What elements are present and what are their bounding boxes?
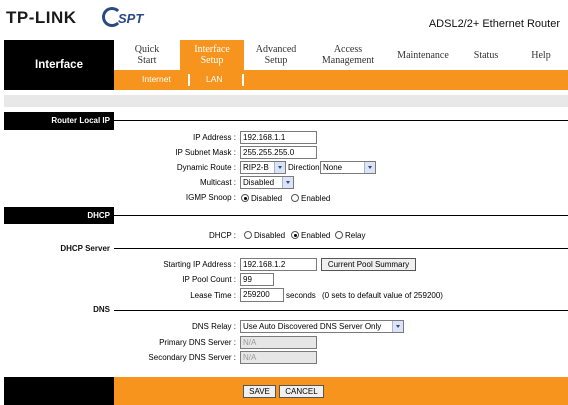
nav-section-title: Interface bbox=[4, 40, 114, 90]
spt-logo-text: SPT bbox=[118, 11, 144, 26]
ip-pool-count-label: IP Pool Count : bbox=[182, 275, 236, 284]
section-divider bbox=[114, 248, 568, 249]
dhcp-disabled-radio[interactable] bbox=[244, 231, 252, 239]
header: TP-LINK SPT ADSL2/2+ Ethernet Router bbox=[0, 0, 568, 40]
dynamic-route-value: RIP2-B bbox=[243, 163, 269, 172]
subtab-internet[interactable]: Internet bbox=[142, 74, 171, 84]
starting-ip-label: Starting IP Address : bbox=[163, 260, 236, 269]
chevron-down-icon bbox=[364, 162, 375, 173]
dns-relay-value: Use Auto Discovered DNS Server Only bbox=[243, 322, 382, 331]
subnet-mask-input[interactable]: 255.255.255.0 bbox=[240, 146, 317, 159]
multicast-value: Disabled bbox=[243, 178, 275, 187]
igmp-disabled-label: Disabled bbox=[251, 194, 283, 203]
dhcp-disabled-label: Disabled bbox=[254, 231, 286, 240]
direction-label: Direction bbox=[288, 163, 320, 172]
igmp-enabled-label: Enabled bbox=[301, 194, 331, 203]
subtab-separator bbox=[188, 74, 190, 86]
subtab-separator bbox=[242, 74, 244, 86]
igmp-disabled-radio[interactable] bbox=[241, 194, 249, 202]
lease-time-label: Lease Time : bbox=[190, 291, 236, 300]
save-button[interactable]: SAVE bbox=[243, 385, 276, 398]
sub-nav: Internet LAN bbox=[114, 70, 568, 90]
dhcp-enabled-label: Enabled bbox=[301, 231, 331, 240]
secondary-dns-label: Secondary DNS Server : bbox=[148, 353, 236, 362]
dhcp-relay-radio[interactable] bbox=[335, 231, 343, 239]
section-label: Router Local IP bbox=[51, 116, 110, 125]
dynamic-route-label: Dynamic Route : bbox=[176, 163, 236, 172]
lease-hint: (0 sets to default value of 259200) bbox=[322, 291, 443, 300]
footer-bar bbox=[114, 377, 568, 405]
primary-dns-input[interactable]: N/A bbox=[240, 336, 317, 349]
tab-status[interactable]: Status bbox=[458, 40, 514, 70]
multicast-label: Multicast : bbox=[199, 178, 236, 187]
secondary-dns-input[interactable]: N/A bbox=[240, 351, 317, 364]
tab-maintenance[interactable]: Maintenance bbox=[388, 40, 458, 70]
dns-relay-select[interactable]: Use Auto Discovered DNS Server Only bbox=[240, 320, 404, 333]
tp-link-logo: TP-LINK bbox=[6, 8, 77, 27]
tab-access-management[interactable]: Access Management bbox=[308, 40, 388, 70]
ip-pool-count-input[interactable]: 99 bbox=[240, 273, 274, 286]
dynamic-route-select[interactable]: RIP2-B bbox=[240, 161, 286, 174]
subtab-lan[interactable]: LAN bbox=[206, 74, 223, 84]
tab-advanced-setup[interactable]: Advanced Setup bbox=[244, 40, 308, 70]
subnet-mask-label: IP Subnet Mask : bbox=[175, 148, 236, 157]
section-dhcp-server: DHCP Server bbox=[60, 244, 110, 253]
igmp-snoop-label: IGMP Snoop : bbox=[185, 193, 236, 202]
starting-ip-input[interactable]: 192.168.1.2 bbox=[240, 258, 317, 271]
igmp-enabled-radio[interactable] bbox=[291, 194, 299, 202]
current-pool-summary-button[interactable]: Current Pool Summary bbox=[321, 258, 416, 271]
product-name: ADSL2/2+ Ethernet Router bbox=[428, 18, 560, 30]
lease-time-input[interactable]: 259200 bbox=[240, 288, 284, 302]
dhcp-relay-label: Relay bbox=[345, 231, 366, 240]
tab-interface-setup[interactable]: Interface Setup bbox=[180, 40, 244, 70]
lease-unit: seconds bbox=[286, 291, 316, 300]
dns-relay-label: DNS Relay : bbox=[191, 322, 236, 331]
dhcp-label: DHCP : bbox=[209, 231, 236, 240]
section-router-local-ip: Router Local IP bbox=[4, 112, 114, 130]
main-nav: Interface Quick Start Interface Setup Ad… bbox=[0, 40, 568, 90]
section-label: DHCP bbox=[87, 211, 110, 220]
footer-left bbox=[4, 377, 114, 405]
chevron-down-icon bbox=[392, 321, 403, 332]
chevron-down-icon bbox=[274, 162, 285, 173]
section-divider bbox=[114, 310, 568, 311]
multicast-select[interactable]: Disabled bbox=[240, 176, 294, 189]
section-dhcp: DHCP bbox=[4, 207, 114, 224]
cancel-button[interactable]: CANCEL bbox=[279, 385, 324, 398]
tab-help[interactable]: Help bbox=[514, 40, 568, 70]
section-divider bbox=[114, 120, 568, 121]
ip-address-input[interactable]: 192.168.1.1 bbox=[240, 131, 317, 144]
dhcp-enabled-radio[interactable] bbox=[291, 231, 299, 239]
primary-dns-label: Primary DNS Server : bbox=[159, 338, 236, 347]
chevron-down-icon bbox=[282, 177, 293, 188]
section-divider bbox=[114, 215, 568, 216]
tab-quick-start[interactable]: Quick Start bbox=[114, 40, 180, 70]
spt-logo: SPT bbox=[102, 5, 152, 31]
divider-stripe bbox=[4, 95, 568, 107]
section-dns: DNS bbox=[93, 305, 110, 314]
nav-tabs: Quick Start Interface Setup Advanced Set… bbox=[114, 40, 568, 70]
direction-value: None bbox=[323, 163, 343, 172]
ip-address-label: IP Address : bbox=[193, 133, 236, 142]
direction-select[interactable]: None bbox=[320, 161, 376, 174]
